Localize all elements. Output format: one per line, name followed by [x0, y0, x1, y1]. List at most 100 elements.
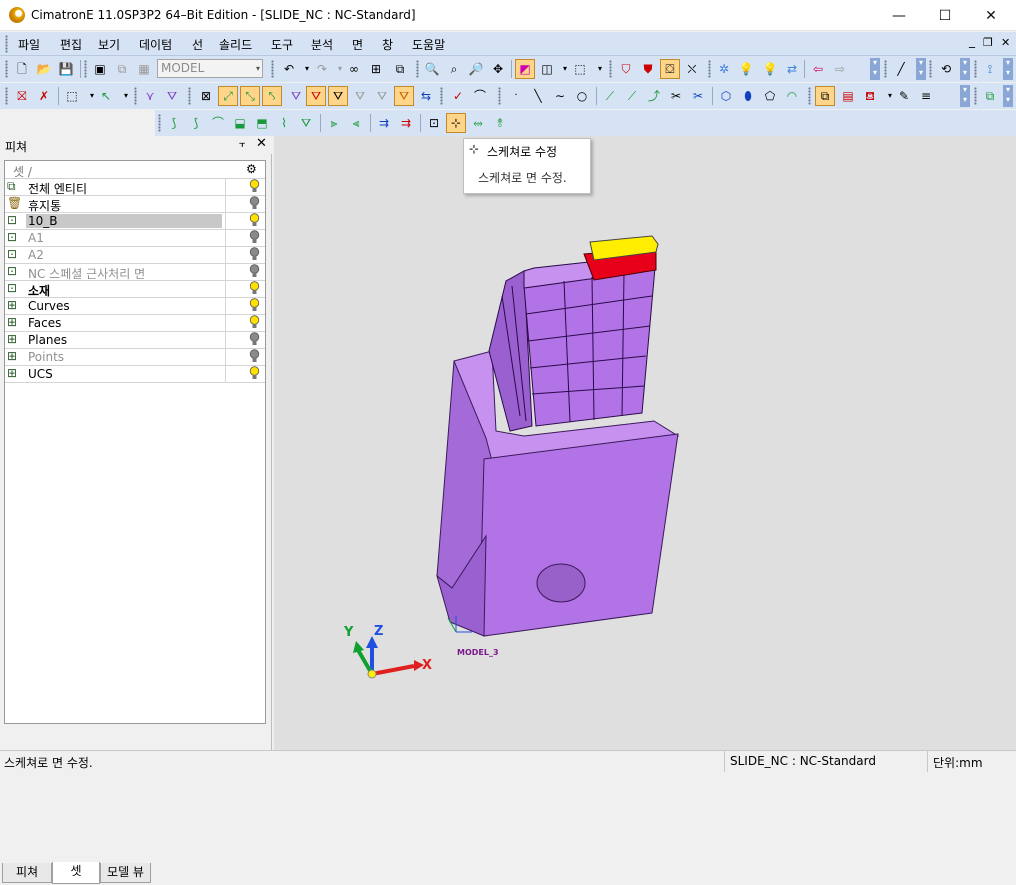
- redo-icon[interactable]: ↷: [312, 59, 332, 79]
- set-row-planes[interactable]: ⊞ Planes: [5, 332, 265, 349]
- cancel-select-icon[interactable]: ✗: [34, 86, 54, 106]
- bulb-off-icon[interactable]: [249, 349, 260, 364]
- line-style-icon[interactable]: ≡: [916, 86, 936, 106]
- bulb-on-icon[interactable]: [249, 281, 260, 296]
- toolbar-grip[interactable]: [974, 60, 977, 78]
- modify-by-sketch-icon[interactable]: ⊹: [446, 113, 466, 133]
- set-row-a1[interactable]: ⊡ A1: [5, 230, 265, 247]
- bulb-on-icon[interactable]: [249, 315, 260, 330]
- bulb-off-icon[interactable]: [249, 332, 260, 347]
- menu-edit[interactable]: 편집: [60, 36, 82, 53]
- bulb-off-icon[interactable]: [249, 230, 260, 245]
- point-icon[interactable]: ·: [506, 86, 526, 106]
- set-row-ucs[interactable]: ⊞ UCS: [5, 366, 265, 383]
- face-draft-icon[interactable]: ⛛: [296, 113, 316, 133]
- wireframe-box-icon[interactable]: ◫: [537, 59, 557, 79]
- mdi-close-button[interactable]: ✕: [1001, 36, 1010, 49]
- divide-curve-icon[interactable]: ✂: [688, 86, 708, 106]
- view-dropdown-icon[interactable]: ▾: [590, 59, 610, 79]
- swap-arrows-icon[interactable]: ⇆: [416, 86, 436, 106]
- face-split-icon[interactable]: ⌇: [274, 113, 294, 133]
- toolbar-overflow-chevron[interactable]: ▾ ▾: [960, 85, 970, 107]
- filter-dropdown-icon[interactable]: ▾: [116, 86, 136, 106]
- graphics-viewport[interactable]: MODEL_3 X Y Z: [274, 136, 1016, 750]
- bulb-yellow-icon[interactable]: 💡: [760, 59, 780, 79]
- select-box-icon[interactable]: ⬚: [62, 86, 82, 106]
- close-button[interactable]: ✕: [968, 0, 1014, 31]
- toolbar-grip[interactable]: [188, 87, 191, 105]
- face-extend-icon[interactable]: ⟆: [164, 113, 184, 133]
- sketch-curve-icon[interactable]: ⌒: [470, 86, 490, 106]
- minimize-button[interactable]: —: [876, 0, 922, 31]
- face-select-1-icon[interactable]: ⤢: [218, 86, 238, 106]
- render-solid-icon[interactable]: ⛉: [616, 59, 636, 79]
- toolbar-grip[interactable]: [708, 60, 711, 78]
- menu-analysis[interactable]: 분석: [311, 36, 333, 53]
- toolbar-grip[interactable]: [134, 87, 137, 105]
- trim-curve-icon[interactable]: ⤴: [644, 86, 664, 106]
- set-row-stock[interactable]: ⊡ 소재: [5, 281, 265, 298]
- undo-icon[interactable]: ↶: [279, 59, 299, 79]
- face-select-2-icon[interactable]: ⤡: [240, 86, 260, 106]
- mdi-restore-button[interactable]: ❐: [983, 36, 993, 49]
- menu-grip[interactable]: [5, 35, 8, 53]
- face-move-icon[interactable]: ⇉: [374, 113, 394, 133]
- toolbar-overflow-chevron[interactable]: ▾ ▾: [1003, 85, 1013, 107]
- set-row-nc-special-faces[interactable]: ⊡ NC 스페셜 근사처리 면: [5, 264, 265, 281]
- previous-view-icon[interactable]: ⇦: [808, 59, 828, 79]
- filter-gray-1-icon[interactable]: ⛛: [350, 86, 370, 106]
- render-mixed-icon[interactable]: ⛋: [660, 59, 680, 79]
- filter-edges-icon[interactable]: ⋎: [140, 86, 160, 106]
- filter-gray-2-icon[interactable]: ⛛: [372, 86, 392, 106]
- set-row-faces[interactable]: ⊞ Faces: [5, 315, 265, 332]
- toolbar-grip[interactable]: [5, 60, 8, 78]
- set-row-recycle-bin[interactable]: 🗑 휴지통: [5, 196, 265, 213]
- zoom-dynamic-icon[interactable]: 🔎: [466, 59, 486, 79]
- face-wrap-icon[interactable]: ⥈: [468, 113, 488, 133]
- show-hide-icon[interactable]: ⇄: [782, 59, 802, 79]
- menu-curve[interactable]: 선: [192, 36, 203, 53]
- set-header-label[interactable]: 셋 /: [13, 163, 32, 180]
- face-from-curve-icon[interactable]: ⬡: [716, 86, 736, 106]
- set-row-all-entities[interactable]: ⧉ 전체 엔티티: [5, 179, 265, 196]
- visibility-header-icon[interactable]: ⚙: [246, 162, 257, 176]
- rotate-view-icon[interactable]: ✥: [488, 59, 508, 79]
- face-replace-icon[interactable]: ⇉: [396, 113, 416, 133]
- tab-feature[interactable]: 피쳐: [2, 863, 52, 883]
- render-hidden-icon[interactable]: ⛌: [682, 59, 702, 79]
- filter-funnel-icon[interactable]: ⛛: [162, 86, 182, 106]
- toolbar-overflow-chevron[interactable]: ▾ ▾: [870, 58, 880, 80]
- toolbar-overflow-chevron[interactable]: ▾ ▾: [916, 58, 926, 80]
- toolbar-grip[interactable]: [84, 60, 87, 78]
- toolbar-grip[interactable]: [498, 87, 501, 105]
- filter-face-icon[interactable]: ⛛: [286, 86, 306, 106]
- zoom-window-icon[interactable]: ⌕: [444, 59, 464, 79]
- sketch-check-icon[interactable]: ✓: [448, 86, 468, 106]
- line-icon[interactable]: ╲: [528, 86, 548, 106]
- toolbar-grip[interactable]: [440, 87, 443, 105]
- menu-tools[interactable]: 도구: [271, 36, 293, 53]
- pin-icon[interactable]: ⫟: [239, 137, 246, 151]
- toolbar-grip[interactable]: [974, 87, 977, 105]
- fillet-curve-icon[interactable]: ⟋: [600, 86, 620, 106]
- panel-close-icon[interactable]: ✕: [256, 136, 267, 151]
- model-view-svg[interactable]: MODEL_3 X Y Z: [274, 136, 1016, 750]
- model-tree-icon[interactable]: ▦: [134, 59, 154, 79]
- toolbar-overflow-chevron[interactable]: ▾ ▾: [1003, 58, 1013, 80]
- bulb-on-icon[interactable]: [249, 298, 260, 313]
- bulb-gray-icon[interactable]: 💡: [736, 59, 756, 79]
- toolbar-grip[interactable]: [158, 114, 161, 132]
- tab-set[interactable]: 셋: [52, 862, 100, 884]
- bulb-on-icon[interactable]: [249, 366, 260, 381]
- cylinder-icon[interactable]: ⬮: [738, 86, 758, 106]
- toolbar-grip[interactable]: [609, 60, 612, 78]
- sketch-line-icon[interactable]: ╱: [891, 59, 911, 79]
- filter-box-icon[interactable]: ⛛: [394, 86, 414, 106]
- toolbar-grip[interactable]: [416, 60, 419, 78]
- copy-object-icon[interactable]: ⧉: [390, 59, 410, 79]
- maximize-button[interactable]: ☐: [922, 0, 968, 31]
- bulb-on-icon[interactable]: [249, 213, 260, 228]
- face-patch-icon[interactable]: ⫷: [346, 113, 366, 133]
- tab-model-view[interactable]: 모델 뷰: [100, 863, 151, 883]
- layer-tool-icon[interactable]: ⧉: [980, 86, 1000, 106]
